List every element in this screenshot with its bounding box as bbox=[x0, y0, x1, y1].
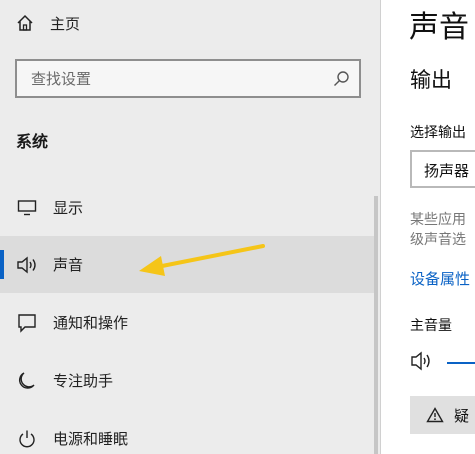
choose-output-label: 选择输出 bbox=[410, 125, 466, 141]
volume-control bbox=[410, 350, 436, 372]
page-title: 声音 bbox=[409, 10, 469, 45]
search-icon[interactable] bbox=[333, 70, 350, 87]
speaker-icon bbox=[16, 254, 38, 276]
sidebar-scrollbar[interactable] bbox=[374, 196, 378, 454]
sound-settings-pane: 声音 输出 选择输出 扬声器 某些应用 级声音选 设备属性 主音量 疑 bbox=[381, 0, 475, 454]
sidebar-item-label: 电源和睡眠 bbox=[53, 430, 129, 448]
troubleshoot-label: 疑 bbox=[454, 406, 470, 425]
search-box[interactable] bbox=[15, 59, 361, 98]
power-icon bbox=[16, 428, 38, 450]
search-input[interactable] bbox=[29, 69, 333, 89]
volume-icon[interactable] bbox=[410, 350, 436, 372]
troubleshoot-button[interactable]: 疑 bbox=[410, 396, 475, 434]
sidebar-item-label: 声音 bbox=[53, 256, 84, 274]
annotation-arrow-icon bbox=[139, 244, 265, 276]
output-device-dropdown[interactable]: 扬声器 bbox=[410, 150, 475, 188]
settings-sidebar: 主页 系统 显示 声音 通知和操作 专注助手 bbox=[0, 0, 380, 454]
output-heading: 输出 bbox=[410, 68, 452, 92]
warning-icon bbox=[426, 407, 444, 423]
sidebar-item-label: 通知和操作 bbox=[53, 314, 129, 332]
home-nav-item[interactable]: 主页 bbox=[16, 10, 80, 36]
sidebar-item-display[interactable]: 显示 bbox=[0, 179, 378, 236]
sidebar-item-label: 专注助手 bbox=[53, 372, 114, 390]
monitor-icon bbox=[16, 197, 38, 219]
sidebar-item-focus-assist[interactable]: 专注助手 bbox=[0, 352, 378, 409]
sidebar-item-power-sleep[interactable]: 电源和睡眠 bbox=[0, 410, 378, 454]
message-icon bbox=[16, 312, 38, 334]
device-properties-link[interactable]: 设备属性 bbox=[410, 268, 470, 289]
output-description: 某些应用 级声音选 bbox=[410, 210, 466, 250]
desc-line: 某些应用 bbox=[410, 212, 466, 228]
volume-slider[interactable] bbox=[447, 362, 475, 364]
desc-line: 级声音选 bbox=[410, 232, 466, 248]
moon-icon bbox=[16, 370, 38, 392]
home-icon bbox=[17, 14, 33, 31]
sidebar-item-notifications[interactable]: 通知和操作 bbox=[0, 294, 378, 351]
master-volume-label: 主音量 bbox=[410, 318, 452, 334]
section-title: 系统 bbox=[16, 132, 49, 151]
active-indicator bbox=[0, 250, 4, 279]
sidebar-item-label: 显示 bbox=[53, 199, 84, 217]
home-label: 主页 bbox=[50, 14, 81, 33]
